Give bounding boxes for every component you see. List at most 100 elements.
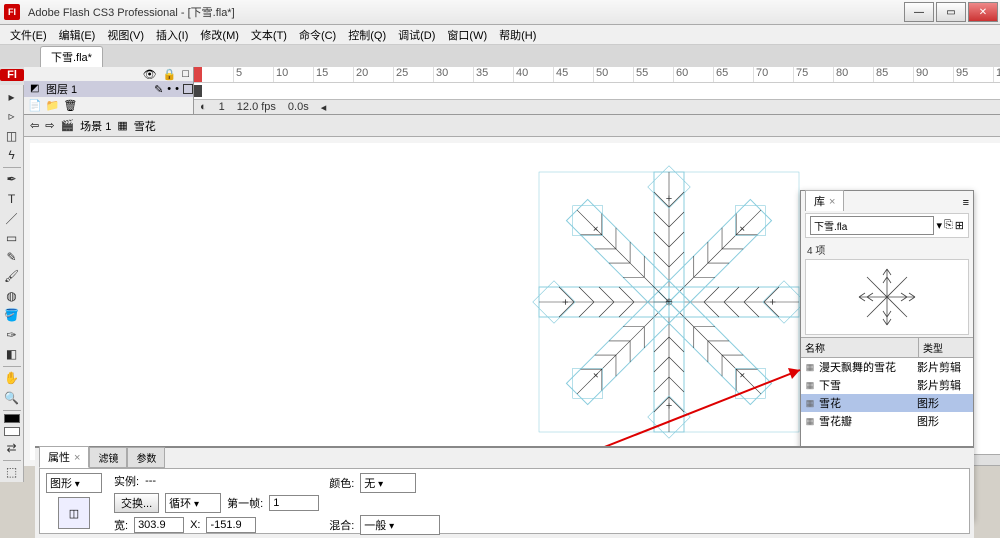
- free-transform-tool[interactable]: ◫: [2, 127, 22, 144]
- line-tool[interactable]: ／: [2, 209, 22, 226]
- menu-text[interactable]: 文本(T): [245, 25, 293, 45]
- brush-tool[interactable]: 🖌: [2, 268, 22, 285]
- pin-icon[interactable]: ⎘: [944, 219, 953, 232]
- rectangle-tool[interactable]: ▭: [2, 229, 22, 246]
- snap-option-icon[interactable]: ⬚: [2, 464, 22, 481]
- ruler-mark[interactable]: 55: [634, 67, 674, 82]
- blend-select[interactable]: 一般 ▾: [360, 515, 440, 535]
- menu-window[interactable]: 窗口(W): [441, 25, 493, 45]
- pencil-tool[interactable]: ✎: [2, 248, 22, 265]
- time-display: 0.0s: [288, 101, 309, 113]
- ink-bottle-tool[interactable]: ◍: [2, 287, 22, 304]
- layer-row[interactable]: ◩ 图层 1 ✎ ••: [24, 81, 193, 97]
- x-input[interactable]: -151.9: [206, 517, 256, 533]
- symbol-type-icon: ▦: [803, 361, 817, 373]
- properties-panel: 属性× 滤镜 参数 图形 ▾ ◫ 实例: --- 交换... 循环 ▾ 第一帧:…: [35, 446, 974, 538]
- library-column-name[interactable]: 名称: [801, 338, 919, 357]
- menu-file[interactable]: 文件(E): [4, 25, 53, 45]
- ruler-mark[interactable]: 20: [354, 67, 394, 82]
- lasso-tool[interactable]: ϟ: [2, 146, 22, 163]
- library-file-select[interactable]: 下雪.fla: [810, 216, 934, 235]
- text-tool[interactable]: T: [2, 190, 22, 207]
- menu-debug[interactable]: 调试(D): [392, 25, 441, 45]
- ruler-mark[interactable]: 40: [514, 67, 554, 82]
- library-item[interactable]: ▦漫天飘舞的雪花影片剪辑: [801, 358, 973, 376]
- first-frame-input[interactable]: 1: [269, 495, 319, 511]
- swap-colors-icon[interactable]: ⇄: [2, 439, 22, 456]
- ruler-mark[interactable]: 60: [674, 67, 714, 82]
- stroke-color-swatch[interactable]: [4, 414, 20, 423]
- maximize-button[interactable]: ▭: [936, 2, 966, 22]
- library-item[interactable]: ▦雪花瓣图形: [801, 412, 973, 430]
- ruler-mark[interactable]: 30: [434, 67, 474, 82]
- instance-type-select[interactable]: 图形 ▾: [46, 473, 102, 493]
- outline-icon[interactable]: □: [182, 68, 189, 80]
- tab-filters[interactable]: 滤镜: [89, 447, 127, 468]
- close-button[interactable]: ✕: [968, 2, 998, 22]
- tab-params[interactable]: 参数: [127, 447, 165, 468]
- ruler-mark[interactable]: 100: [994, 67, 1000, 82]
- ruler-mark[interactable]: 95: [954, 67, 994, 82]
- eyedropper-tool[interactable]: ✑: [2, 326, 22, 343]
- selection-tool[interactable]: ▸: [2, 88, 22, 105]
- playhead[interactable]: [194, 67, 202, 83]
- library-item[interactable]: ▦下雪影片剪辑: [801, 376, 973, 394]
- subselection-tool[interactable]: ▹: [2, 107, 22, 124]
- ruler-mark[interactable]: 45: [554, 67, 594, 82]
- ruler-mark[interactable]: 80: [834, 67, 874, 82]
- menu-modify[interactable]: 修改(M): [194, 25, 245, 45]
- ruler-mark[interactable]: 15: [314, 67, 354, 82]
- swap-button[interactable]: 交换...: [114, 493, 159, 513]
- lock-icon[interactable]: 🔒: [163, 68, 177, 81]
- hand-tool[interactable]: ✋: [2, 370, 22, 387]
- menu-view[interactable]: 视图(V): [101, 25, 150, 45]
- symbol-type-icon: ▦: [803, 415, 817, 427]
- pen-tool[interactable]: ✒: [2, 171, 22, 188]
- menu-insert[interactable]: 插入(I): [150, 25, 194, 45]
- eye-icon[interactable]: 👁: [143, 68, 157, 81]
- zoom-tool[interactable]: 🔍: [2, 389, 22, 406]
- menu-control[interactable]: 控制(Q): [342, 25, 392, 45]
- ruler-mark[interactable]: 70: [754, 67, 794, 82]
- library-tab[interactable]: 库×: [805, 190, 844, 211]
- color-select[interactable]: 无 ▾: [360, 473, 416, 493]
- delete-layer-button[interactable]: 🗑: [63, 99, 77, 112]
- menu-edit[interactable]: 编辑(E): [53, 25, 102, 45]
- panel-menu-icon[interactable]: ≡: [959, 195, 973, 211]
- symbol-name[interactable]: 雪花: [134, 118, 156, 134]
- library-column-type[interactable]: 类型: [919, 338, 973, 357]
- ruler-mark[interactable]: 25: [394, 67, 434, 82]
- forward-button[interactable]: ⇨: [45, 119, 54, 132]
- width-input[interactable]: 303.9: [134, 517, 184, 533]
- paint-bucket-tool[interactable]: 🪣: [2, 307, 22, 324]
- back-button[interactable]: ⇦: [30, 119, 39, 132]
- keyframe[interactable]: [194, 85, 202, 97]
- snowflake-symbol[interactable]: + +: [529, 162, 809, 442]
- pencil-icon: ✎: [154, 83, 163, 96]
- layer-name: 图层 1: [46, 81, 77, 97]
- menu-commands[interactable]: 命令(C): [293, 25, 342, 45]
- loop-select[interactable]: 循环 ▾: [165, 493, 221, 513]
- library-item[interactable]: ▦雪花图形: [801, 394, 973, 412]
- ruler-mark[interactable]: 75: [794, 67, 834, 82]
- ruler-mark[interactable]: 65: [714, 67, 754, 82]
- minimize-button[interactable]: —: [904, 2, 934, 22]
- new-layer-button[interactable]: 📄: [28, 99, 42, 112]
- tab-properties[interactable]: 属性×: [39, 446, 89, 468]
- scene-name[interactable]: 场景 1: [80, 118, 111, 134]
- eraser-tool[interactable]: ◧: [2, 345, 22, 362]
- instance-name: ---: [145, 475, 156, 487]
- menu-help[interactable]: 帮助(H): [493, 25, 542, 45]
- ruler-mark[interactable]: 10: [274, 67, 314, 82]
- onion-skin-icon[interactable]: ◐: [200, 101, 207, 113]
- new-folder-button[interactable]: 📁: [46, 99, 60, 112]
- width-label: 宽:: [114, 517, 128, 533]
- ruler-mark[interactable]: 50: [594, 67, 634, 82]
- ruler-mark[interactable]: 90: [914, 67, 954, 82]
- document-tab[interactable]: 下雪.fla*: [40, 46, 103, 67]
- new-lib-icon[interactable]: ⊞: [955, 219, 964, 232]
- ruler-mark[interactable]: 35: [474, 67, 514, 82]
- ruler-mark[interactable]: 85: [874, 67, 914, 82]
- ruler-mark[interactable]: 5: [234, 67, 274, 82]
- fill-color-swatch[interactable]: [4, 427, 20, 436]
